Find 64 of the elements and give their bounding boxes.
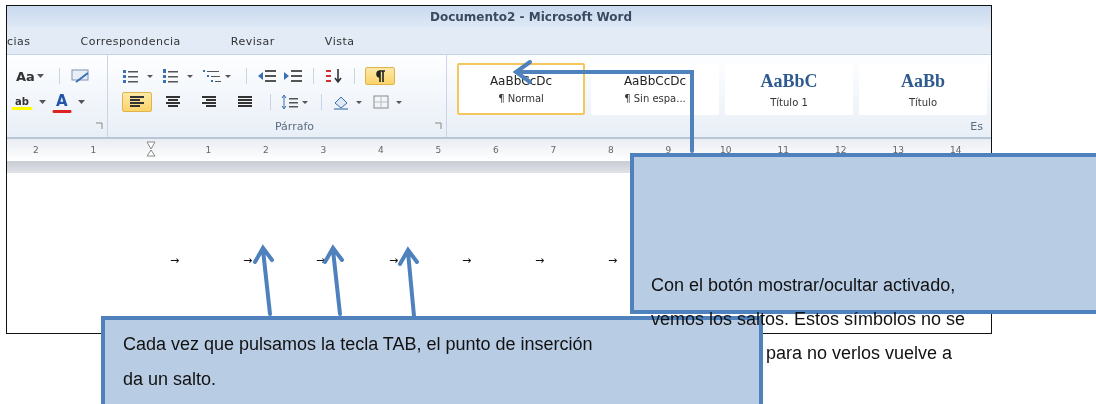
- ruler-number: 4: [376, 145, 385, 155]
- style-name: Título: [908, 96, 937, 108]
- align-icon: [237, 96, 254, 108]
- ruler-number: 6: [491, 145, 500, 155]
- ruler-number: 1: [89, 145, 98, 155]
- ruler-number: 5: [434, 145, 443, 155]
- ruler-number: 10: [719, 145, 733, 155]
- increase-indent-icon[interactable]: [283, 68, 304, 84]
- ruler-number: 2: [31, 145, 40, 155]
- style-preview: AaBbC: [760, 70, 818, 92]
- style-preview: AaBbCcDc: [623, 74, 687, 88]
- decrease-indent-icon[interactable]: [257, 68, 278, 84]
- callout-text: para no verlos vuelve a: [766, 342, 953, 364]
- style-preview: AaBb: [901, 70, 945, 92]
- change-case-button[interactable]: Aa: [11, 65, 49, 87]
- style-name: ¶ Normal: [498, 93, 544, 104]
- ribbon-tab[interactable]: Correspondencia: [80, 34, 181, 48]
- ribbon-tab[interactable]: Vista: [324, 34, 355, 48]
- align-icon: [129, 96, 146, 108]
- ribbon-tab[interactable]: cias: [7, 34, 31, 48]
- ribbon-tab[interactable]: Revisar: [230, 34, 275, 48]
- callout-text: da un salto.: [123, 369, 217, 390]
- tab-mark: →: [243, 255, 253, 267]
- window-title: Documento2 - Microsoft Word: [430, 10, 633, 24]
- tab-mark: →: [608, 255, 618, 267]
- ruler-number: 2: [261, 145, 270, 155]
- tab-mark: →: [170, 255, 180, 267]
- ruler-number: 9: [664, 145, 673, 155]
- align-button[interactable]: [122, 92, 153, 112]
- spelling-icon: [69, 67, 92, 85]
- ruler-number: 12: [834, 145, 848, 155]
- style-name: Título 1: [770, 96, 808, 108]
- indent-marker-icon[interactable]: [145, 141, 156, 159]
- show-hide-marks-button[interactable]: [365, 67, 396, 85]
- style-tile[interactable]: AaBb Título: [859, 63, 987, 115]
- style-tile[interactable]: AaBbC Título 1: [725, 63, 853, 115]
- sort-icon[interactable]: [324, 68, 345, 84]
- callout-text: Con el botón mostrar/ocultar activado,: [651, 274, 956, 296]
- group-label: Párrafo: [274, 119, 314, 133]
- highlight-button[interactable]: ab: [11, 94, 33, 110]
- ruler-number: 13: [891, 145, 905, 155]
- ruler-number: 1: [204, 145, 213, 155]
- style-tile[interactable]: AaBbCcDc ¶ Sin espa...: [591, 63, 719, 115]
- pilcrow-icon: [374, 70, 387, 82]
- callout-text: Cada vez que pulsamos la tecla TAB, el punto de inserción: [123, 334, 593, 355]
- style-preview: AaBbCcDc: [489, 74, 553, 88]
- ruler-number: 8: [606, 145, 615, 155]
- align-icon: [201, 96, 218, 108]
- caret-icon[interactable]: [38, 100, 46, 104]
- ruler-number: 7: [549, 145, 558, 155]
- tab-mark: →: [462, 255, 472, 267]
- style-tile[interactable]: AaBbCcDc ¶ Normal: [457, 63, 585, 115]
- tab-mark: →: [535, 255, 545, 267]
- callout-text: vemos los saltos. Estos símbolos no se: [651, 308, 966, 330]
- ruler-number: 14: [949, 145, 963, 155]
- ruler-number: 3: [319, 145, 328, 155]
- align-icon: [165, 96, 182, 108]
- font-color-button[interactable]: A: [51, 91, 72, 113]
- group-label: Es: [970, 119, 983, 133]
- ruler-number: 11: [776, 145, 790, 155]
- style-name: ¶ Sin espa...: [624, 93, 686, 104]
- caret-icon[interactable]: [77, 100, 85, 104]
- tab-mark: →: [389, 255, 399, 267]
- caret-icon: [36, 74, 44, 78]
